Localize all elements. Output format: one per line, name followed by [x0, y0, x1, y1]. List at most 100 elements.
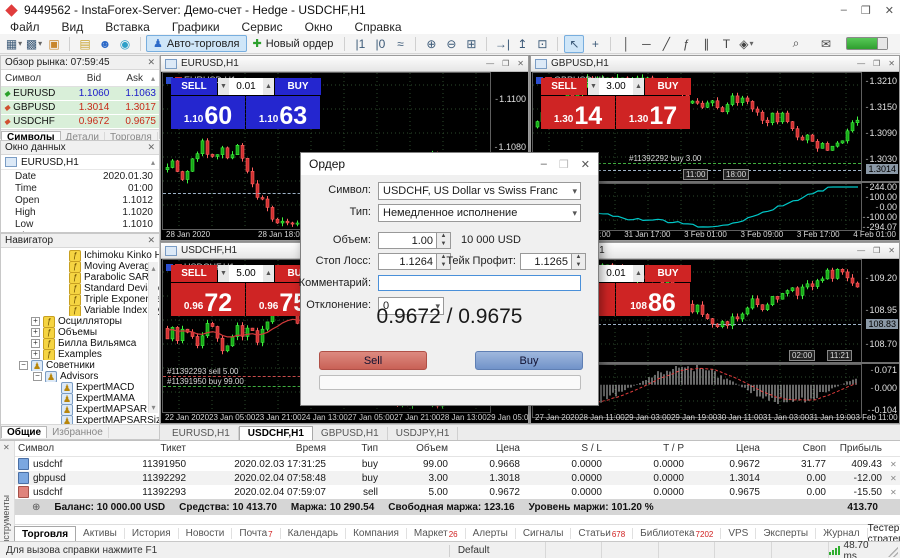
- tab-common[interactable]: Общие: [1, 426, 47, 438]
- tab-company[interactable]: Компания: [346, 528, 407, 539]
- menu-file[interactable]: Файл: [10, 20, 40, 34]
- tab-codebase[interactable]: Библиотека7202: [633, 528, 721, 539]
- close-position-icon[interactable]: [886, 460, 898, 469]
- bars-chart-icon[interactable]: |1: [351, 36, 369, 52]
- autotrade-button[interactable]: ♟ Авто-торговля: [146, 35, 247, 52]
- tab-news[interactable]: Новости: [179, 528, 233, 539]
- data-window-header[interactable]: Окно данных: [1, 141, 159, 155]
- expand-icon[interactable]: +: [31, 339, 40, 348]
- tab-signals[interactable]: Сигналы: [516, 528, 572, 539]
- spinner-down-icon[interactable]: ▼: [437, 241, 450, 249]
- tab-market[interactable]: Маркет26: [407, 528, 466, 539]
- tab-vps[interactable]: VPS: [721, 528, 756, 539]
- community-icon[interactable]: ☻: [96, 36, 114, 52]
- table-row[interactable]: usdchf 113922932020.02.04 07:59:07sell5.…: [14, 485, 900, 499]
- tree-item[interactable]: ƒParabolic SAR: [1, 272, 159, 283]
- scroll-down-icon[interactable]: [151, 401, 155, 413]
- take-profit-stepper[interactable]: 1.1265▲▼: [520, 253, 586, 270]
- zoom-out-icon[interactable]: ⊖: [442, 36, 460, 52]
- maximize-icon[interactable]: [873, 246, 880, 255]
- collapse-icon[interactable]: −: [33, 372, 42, 381]
- channel-icon[interactable]: ∥: [697, 36, 715, 52]
- trendline-icon[interactable]: ╱: [657, 36, 675, 52]
- close-icon[interactable]: [885, 4, 894, 17]
- maximize-icon[interactable]: [861, 4, 871, 17]
- close-icon[interactable]: [581, 158, 590, 171]
- signals-icon[interactable]: ◉: [116, 36, 134, 52]
- close-icon[interactable]: [3, 443, 10, 452]
- tab-usdjpy[interactable]: USDJPY,H1: [388, 427, 459, 440]
- new-order-button[interactable]: ✚ Новый ордер: [247, 36, 340, 51]
- market-row-usdchf[interactable]: ◆USDCHF 0.9672 0.9675: [1, 115, 159, 129]
- data-folder-icon[interactable]: ▣: [45, 36, 63, 52]
- buy-price[interactable]: 10886: [616, 283, 690, 316]
- tree-item-expandable[interactable]: +ƒОбъемы: [1, 327, 159, 338]
- lot-spinner[interactable]: ▼0.01▲: [218, 78, 274, 95]
- spinner-up-icon[interactable]: ▲: [633, 78, 644, 95]
- cursor-icon[interactable]: ↖: [564, 35, 584, 53]
- new-chart-icon[interactable]: ▦▾: [5, 36, 23, 52]
- table-row[interactable]: gbpusd 113922922020.02.04 07:58:48buy3.0…: [14, 471, 900, 485]
- menu-window[interactable]: Окно: [305, 20, 333, 34]
- maximize-icon[interactable]: [502, 59, 509, 68]
- spinner-down-icon[interactable]: ▼: [218, 265, 229, 282]
- trade-table-header[interactable]: СимволТикетВремяТипОбъемЦенаS / LT / PЦе…: [14, 441, 900, 457]
- tree-item[interactable]: ƒStandard Deviation: [1, 283, 159, 294]
- zoom-in-icon[interactable]: ⊕: [422, 36, 440, 52]
- menu-view[interactable]: Вид: [62, 20, 84, 34]
- tree-item-expandable[interactable]: −♟Советники: [1, 360, 159, 371]
- tab-journal[interactable]: Журнал: [816, 528, 868, 539]
- profile-selector[interactable]: Default: [450, 542, 546, 558]
- close-icon[interactable]: [147, 57, 155, 68]
- order-type-select[interactable]: Немедленное исполнение: [378, 204, 581, 222]
- sell-button[interactable]: SELL: [171, 78, 217, 95]
- spinner-up-icon[interactable]: ▲: [437, 233, 450, 241]
- market-row-eurusd[interactable]: ◆EURUSD 1.1060 1.1063: [1, 87, 159, 101]
- time-scale[interactable]: 22 Jan 2020 23 Jan 05:00 23 Jan 21:00 24…: [162, 411, 528, 423]
- sell-price[interactable]: 1.3014: [541, 96, 615, 129]
- tab-mailbox[interactable]: Почта7: [232, 528, 280, 539]
- expand-icon[interactable]: +: [31, 350, 40, 359]
- navigator-header[interactable]: Навигатор: [1, 234, 159, 248]
- close-icon[interactable]: [888, 246, 895, 255]
- tree-item-expandable[interactable]: −♟Advisors: [1, 371, 159, 382]
- tree-item[interactable]: ♟ExpertMACD: [1, 382, 159, 393]
- close-icon[interactable]: [147, 235, 155, 246]
- minimize-icon[interactable]: [541, 158, 547, 171]
- object-list-icon[interactable]: ⊡: [533, 36, 551, 52]
- autoscroll-icon[interactable]: →|: [493, 36, 511, 52]
- buy-button[interactable]: BUY: [275, 78, 321, 95]
- chat-icon[interactable]: ✉: [817, 36, 835, 52]
- scroll-up-icon[interactable]: [151, 157, 155, 168]
- sell-button[interactable]: Sell: [319, 351, 427, 370]
- spinner-up-icon[interactable]: ▲: [263, 78, 274, 95]
- close-icon[interactable]: [147, 142, 155, 153]
- stop-loss-stepper[interactable]: 1.1264▲▼: [378, 253, 451, 270]
- close-position-icon[interactable]: [886, 488, 898, 497]
- scroll-up-icon[interactable]: [147, 73, 159, 84]
- maximize-icon[interactable]: [873, 59, 880, 68]
- tree-item[interactable]: ƒIchimoku Kinko Hyo: [1, 250, 159, 261]
- minimize-icon[interactable]: [486, 59, 494, 68]
- tree-item[interactable]: ƒMoving Average: [1, 261, 159, 272]
- lot-spinner[interactable]: ▼3.00▲: [588, 78, 644, 95]
- horizontal-line-icon[interactable]: ─: [637, 36, 655, 52]
- tab-calendar[interactable]: Календарь: [281, 528, 346, 539]
- dialog-titlebar[interactable]: Ордер: [301, 153, 598, 175]
- chart-shift-icon[interactable]: ↥: [513, 36, 531, 52]
- tile-windows-icon[interactable]: ⊞: [462, 36, 480, 52]
- menu-charts[interactable]: Графики: [172, 20, 220, 34]
- vertical-line-icon[interactable]: │: [617, 36, 635, 52]
- tab-gbpusd[interactable]: GBPUSD,H1: [313, 427, 388, 440]
- tree-item[interactable]: ♟ExpertMAMA: [1, 393, 159, 404]
- tree-item-expandable[interactable]: +ƒОсцилляторы: [1, 316, 159, 327]
- chart-titlebar[interactable]: GBPUSD,H1: [531, 56, 899, 72]
- spinner-up-icon[interactable]: ▲: [633, 265, 644, 282]
- minimize-icon[interactable]: [857, 59, 865, 68]
- sell-price[interactable]: 1.1060: [171, 96, 245, 129]
- tree-item-expandable[interactable]: +ƒБилла Вильямса: [1, 338, 159, 349]
- profiles-icon[interactable]: ▩▾: [25, 36, 43, 52]
- shapes-icon[interactable]: ◈▾: [737, 36, 755, 52]
- tab-alerts[interactable]: Алерты: [466, 528, 516, 539]
- close-icon[interactable]: [517, 59, 524, 68]
